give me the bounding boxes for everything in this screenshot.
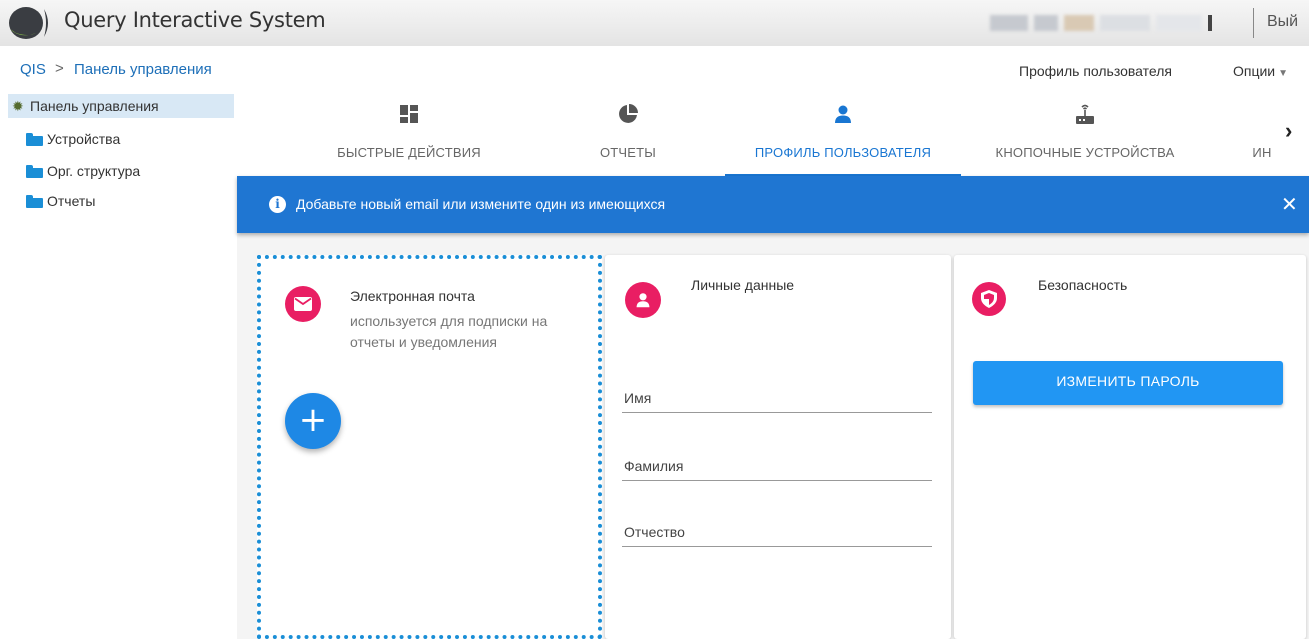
tab-label: ОТЧЕТЫ (599, 145, 657, 160)
app-title: Query Interactive System (64, 8, 326, 32)
tab-button-devices[interactable]: КНОПОЧНЫЕ УСТРОЙСТВА (975, 90, 1195, 176)
sidebar-item-reports[interactable]: Отчеты (26, 190, 95, 212)
logout-link[interactable]: Вый (1267, 13, 1298, 31)
mail-icon (285, 286, 321, 322)
banner-message: Добавьте новый email или измените один и… (296, 196, 666, 212)
person-icon (625, 282, 661, 318)
person-icon (833, 102, 853, 126)
middle-name-field[interactable]: Отчество (622, 517, 932, 547)
security-card-title: Безопасность (1038, 277, 1128, 293)
tab-label: ПРОФИЛЬ ПОЛЬЗОВАТЕЛЯ (754, 145, 932, 160)
breadcrumb-root-link[interactable]: QIS (20, 61, 46, 78)
middle-name-label: Отчество (624, 524, 685, 540)
email-card-subtitle: используется для подписки на отчеты и ув… (350, 313, 548, 350)
breadcrumb-separator: > (55, 60, 64, 77)
info-icon: i (269, 196, 286, 213)
close-icon[interactable]: ✕ (1281, 192, 1298, 217)
tab-label: ИН (1252, 145, 1272, 160)
tab-more-partial[interactable]: ИН (1242, 90, 1282, 176)
tab-quick-actions[interactable]: БЫСТРЫЕ ДЕЙСТВИЯ (309, 90, 509, 176)
sidebar-tree: ✹ Панель управления Устройства Орг. стру… (0, 90, 237, 639)
email-card-title: Электронная почта (350, 288, 475, 304)
folder-icon (26, 164, 43, 178)
sidebar-item-label: Орг. структура (47, 163, 141, 179)
qis-logo-icon (9, 7, 48, 39)
profile-link[interactable]: Профиль пользователя (1019, 63, 1172, 79)
sidebar-item-label: Устройства (47, 131, 121, 147)
first-name-label: Имя (624, 390, 652, 406)
tab-user-profile[interactable]: ПРОФИЛЬ ПОЛЬЗОВАТЕЛЯ (725, 90, 961, 176)
folder-icon (26, 132, 43, 146)
last-name-field[interactable]: Фамилия (622, 451, 932, 481)
shield-icon (972, 282, 1006, 316)
divider (1253, 8, 1254, 38)
folder-icon (26, 194, 43, 208)
tab-bar: БЫСТРЫЕ ДЕЙСТВИЯ ОТЧЕТЫ ПРОФИЛЬ ПОЛЬЗОВА… (237, 90, 1309, 176)
top-bar: Query Interactive System Вый (0, 0, 1309, 46)
main-content: БЫСТРЫЕ ДЕЙСТВИЯ ОТЧЕТЫ ПРОФИЛЬ ПОЛЬЗОВА… (237, 90, 1309, 639)
personal-card-title: Личные данные (691, 277, 795, 293)
tab-label: КНОПОЧНЫЕ УСТРОЙСТВА (995, 145, 1175, 160)
options-label: Опции (1233, 63, 1276, 79)
chevron-right-icon[interactable]: › (1285, 118, 1292, 144)
router-icon (1075, 102, 1095, 126)
user-info-blurred (990, 15, 1212, 31)
dashboard-icon (399, 102, 419, 126)
tab-label: БЫСТРЫЕ ДЕЙСТВИЯ (337, 145, 481, 160)
first-name-field[interactable]: Имя (622, 383, 932, 413)
personal-data-card: Личные данные Имя Фамилия Отчество (605, 255, 951, 639)
last-name-label: Фамилия (624, 458, 684, 474)
chevron-down-icon: ▼ (1278, 68, 1289, 79)
add-email-button[interactable]: + (285, 393, 341, 449)
options-menu[interactable]: Опции ▼ (1233, 63, 1288, 79)
sidebar-item-label: Панель управления (30, 98, 159, 114)
breadcrumb: QIS > Панель управления Профиль пользова… (0, 46, 1309, 90)
email-card[interactable]: Электронная почта используется для подпи… (257, 255, 602, 639)
sidebar-item-label: Отчеты (47, 193, 96, 209)
breadcrumb-current[interactable]: Панель управления (74, 61, 212, 78)
gear-icon: ✹ (12, 98, 24, 114)
info-banner: i Добавьте новый email или измените один… (237, 176, 1309, 233)
sidebar-item-devices[interactable]: Устройства (26, 128, 120, 150)
change-password-button[interactable]: ИЗМЕНИТЬ ПАРОЛЬ (973, 361, 1283, 405)
security-card: Безопасность ИЗМЕНИТЬ ПАРОЛЬ (954, 255, 1306, 639)
sidebar-item-dashboard[interactable]: ✹ Панель управления (8, 94, 234, 118)
pie-chart-icon (618, 102, 638, 126)
tab-reports[interactable]: ОТЧЕТЫ (553, 90, 703, 176)
sidebar-item-org-structure[interactable]: Орг. структура (26, 160, 140, 182)
